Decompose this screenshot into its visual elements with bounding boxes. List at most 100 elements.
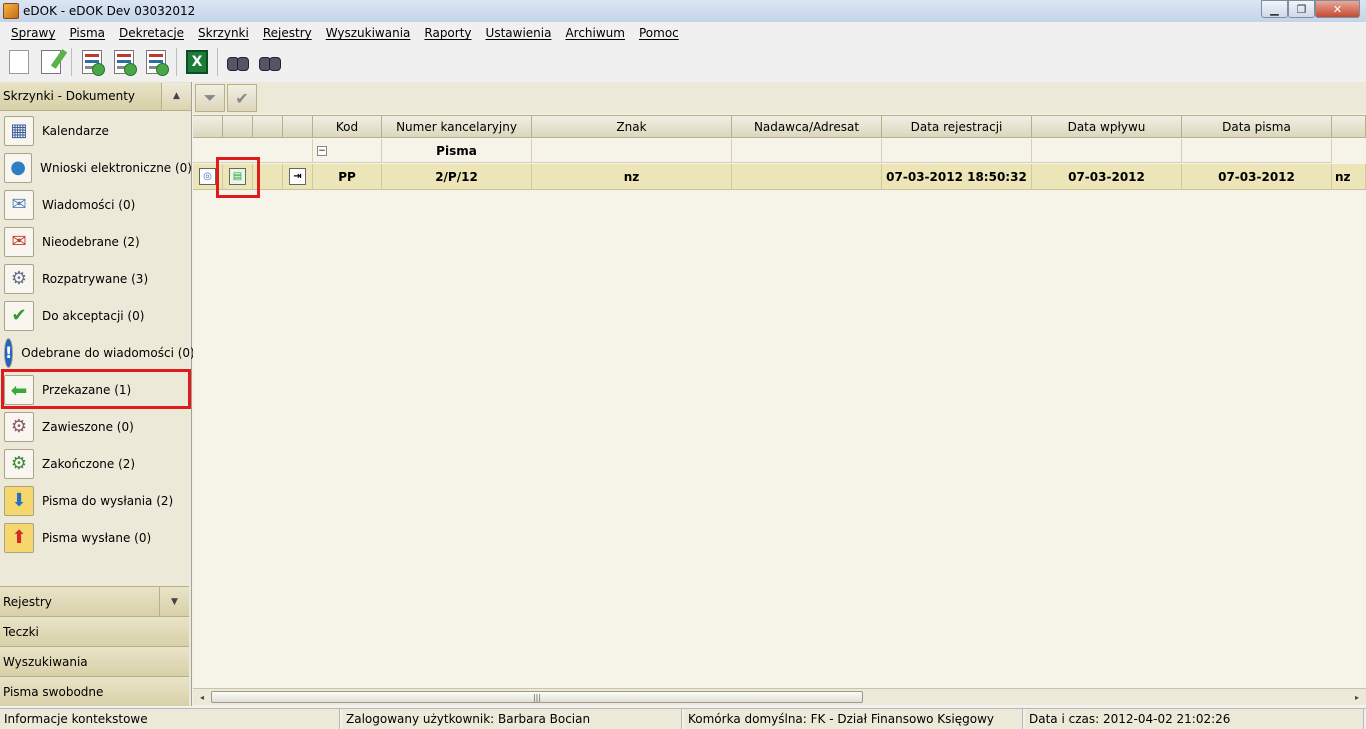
mailbox-icon: ✉	[4, 226, 34, 257]
filter-button[interactable]: ⏷	[195, 84, 225, 112]
new-document-button[interactable]	[4, 47, 34, 77]
group-label: Pisma	[382, 139, 532, 163]
refresh-register-icon	[82, 50, 105, 76]
column-header-data-wplywu[interactable]: Data wpływu	[1032, 116, 1182, 138]
nav-item-label: Pisma do wysłania (2)	[42, 493, 174, 508]
panel-footer-teczki[interactable]: Teczki	[0, 616, 189, 646]
menu-bar: Sprawy Pisma Dekretacje Skrzynki Rejestr…	[0, 22, 1366, 44]
nav-item-label: Nieodebrane (2)	[42, 234, 140, 249]
panel-footer-rejestry[interactable]: Rejestry ▼	[0, 586, 189, 616]
maximize-button[interactable]: ❐	[1288, 0, 1315, 18]
forward-exit-icon[interactable]: ⇥	[289, 168, 306, 185]
status-datetime: Data i czas: 2012-04-02 21:02:26	[1025, 709, 1364, 729]
app-icon	[3, 3, 19, 19]
group-cell	[732, 139, 882, 163]
nav-item-label: Rozpatrywane (3)	[42, 271, 149, 286]
refresh-register-button[interactable]	[77, 47, 107, 77]
column-header[interactable]	[253, 116, 283, 138]
column-header-znak[interactable]: Znak	[532, 116, 732, 138]
edit-document-icon	[41, 50, 61, 74]
menu-archiwum[interactable]: Archiwum	[558, 26, 632, 40]
menu-pisma[interactable]: Pisma	[62, 26, 112, 40]
refresh-register-3-button[interactable]	[141, 47, 171, 77]
lightbulb-icon[interactable]: ◎	[199, 168, 216, 185]
panel-footer-wyszukiwania[interactable]: Wyszukiwania	[0, 646, 189, 676]
menu-sprawy[interactable]: Sprawy	[4, 26, 62, 40]
column-header[interactable]	[283, 116, 313, 138]
row-cell-znak: nz	[532, 164, 732, 189]
nav-item-wiadomosci[interactable]: ✉ Wiadomości (0)	[0, 186, 192, 223]
globe-icon: ●	[4, 152, 33, 183]
panel-header-skrzynki[interactable]: Skrzynki - Dokumenty ▲	[0, 82, 191, 111]
menu-wyszukiwania[interactable]: Wyszukiwania	[319, 26, 418, 40]
group-cell	[1032, 139, 1182, 163]
panel-footer-label: Rejestry	[3, 594, 52, 609]
nav-item-label: Odebrane do wiadomości (0)	[21, 345, 195, 360]
nav-item-label: Pisma wysłane (0)	[42, 530, 152, 545]
info-icon: !	[4, 337, 14, 368]
collapse-icon[interactable]: −	[317, 146, 327, 156]
scroll-right-icon[interactable]: ▸	[1350, 691, 1364, 703]
nav-item-zakonczone[interactable]: ⚙ Zakończone (2)	[0, 445, 192, 482]
menu-rejestry[interactable]: Rejestry	[256, 26, 319, 40]
edit-document-button[interactable]	[36, 47, 66, 77]
menu-skrzynki[interactable]: Skrzynki	[191, 26, 256, 40]
window-controls: ▁ ❐ ✕	[1261, 0, 1360, 18]
nav-item-label: Zawieszone (0)	[42, 419, 134, 434]
nav-item-wnioski[interactable]: ● Wnioski elektroniczne (0)	[0, 149, 192, 186]
menu-pomoc[interactable]: Pomoc	[632, 26, 686, 40]
column-header-data-pisma[interactable]: Data pisma	[1182, 116, 1332, 138]
column-header[interactable]	[1332, 116, 1366, 138]
scroll-left-icon[interactable]: ◂	[195, 691, 209, 703]
group-row[interactable]: − Pisma	[193, 139, 1332, 163]
group-expander-cell[interactable]: −	[313, 139, 382, 163]
nav-item-pisma-wyslane[interactable]: ⬆ Pisma wysłane (0)	[0, 519, 192, 556]
column-header-nadawca[interactable]: Nadawca/Adresat	[732, 116, 882, 138]
close-icon: ✕	[1332, 2, 1343, 16]
panel-footer-pisma-swobodne[interactable]: Pisma swobodne	[0, 676, 189, 706]
row-cell-data-pisma: 07-03-2012	[1182, 164, 1332, 189]
sent-icon: ⬆	[4, 522, 34, 553]
table-row[interactable]: ◎ ▤ ⇥ PP 2/P/12 nz 07-03-2012 18:50:32 0…	[193, 164, 1366, 190]
search-folder-icon	[258, 53, 282, 71]
nav-item-label: Do akceptacji (0)	[42, 308, 145, 323]
menu-dekretacje[interactable]: Dekretacje	[112, 26, 191, 40]
menu-raporty[interactable]: Raporty	[417, 26, 478, 40]
menu-ustawienia[interactable]: Ustawienia	[479, 26, 559, 40]
messages-icon: ✉	[4, 189, 34, 220]
nav-item-pisma-do-wyslania[interactable]: ⬇ Pisma do wysłania (2)	[0, 482, 192, 519]
group-cell	[882, 139, 1032, 163]
collapse-panel-button[interactable]: ▲	[161, 82, 191, 110]
excel-export-button[interactable]: X	[182, 47, 212, 77]
nav-item-odebrane[interactable]: ! Odebrane do wiadomości (0)	[0, 334, 195, 371]
nav-item-zawieszone[interactable]: ⚙ Zawieszone (0)	[0, 408, 192, 445]
horizontal-scrollbar[interactable]: ◂ ||| ▸	[193, 688, 1366, 705]
new-document-icon	[9, 50, 29, 74]
toolbar-separator	[217, 48, 218, 76]
gear-done-icon: ⚙	[4, 448, 34, 479]
refresh-register-2-button[interactable]	[109, 47, 139, 77]
row-cell-data-rejestracji: 07-03-2012 18:50:32	[882, 164, 1032, 189]
column-header[interactable]	[223, 116, 253, 138]
search-binoculars-button[interactable]	[223, 47, 253, 77]
nav-item-do-akceptacji[interactable]: ✔ Do akceptacji (0)	[0, 297, 192, 334]
column-header[interactable]	[193, 116, 223, 138]
search-folder-button[interactable]	[255, 47, 285, 77]
scrollbar-thumb[interactable]: |||	[211, 691, 863, 703]
nav-item-nieodebrane[interactable]: ✉ Nieodebrane (2)	[0, 223, 192, 260]
accept-button[interactable]: ✔	[227, 84, 257, 112]
toolbar: X	[0, 44, 1366, 80]
chevron-down-icon[interactable]: ▼	[159, 587, 189, 616]
nav-item-rozpatrywane[interactable]: ⚙ Rozpatrywane (3)	[0, 260, 192, 297]
column-header-kod[interactable]: Kod	[313, 116, 382, 138]
refresh-register-2-icon	[114, 50, 137, 76]
calendar-icon: ▦	[4, 115, 34, 146]
nav-item-kalendarze[interactable]: ▦ Kalendarze	[0, 112, 192, 149]
row-cell-forwarded[interactable]: ⇥	[283, 164, 313, 189]
column-header-numer[interactable]: Numer kancelaryjny	[382, 116, 532, 138]
group-cell	[1182, 139, 1332, 163]
column-header-data-rejestracji[interactable]: Data rejestracji	[882, 116, 1032, 138]
minimize-button[interactable]: ▁	[1261, 0, 1288, 18]
checkmark-icon: ✔	[235, 88, 249, 108]
close-button[interactable]: ✕	[1315, 0, 1360, 18]
